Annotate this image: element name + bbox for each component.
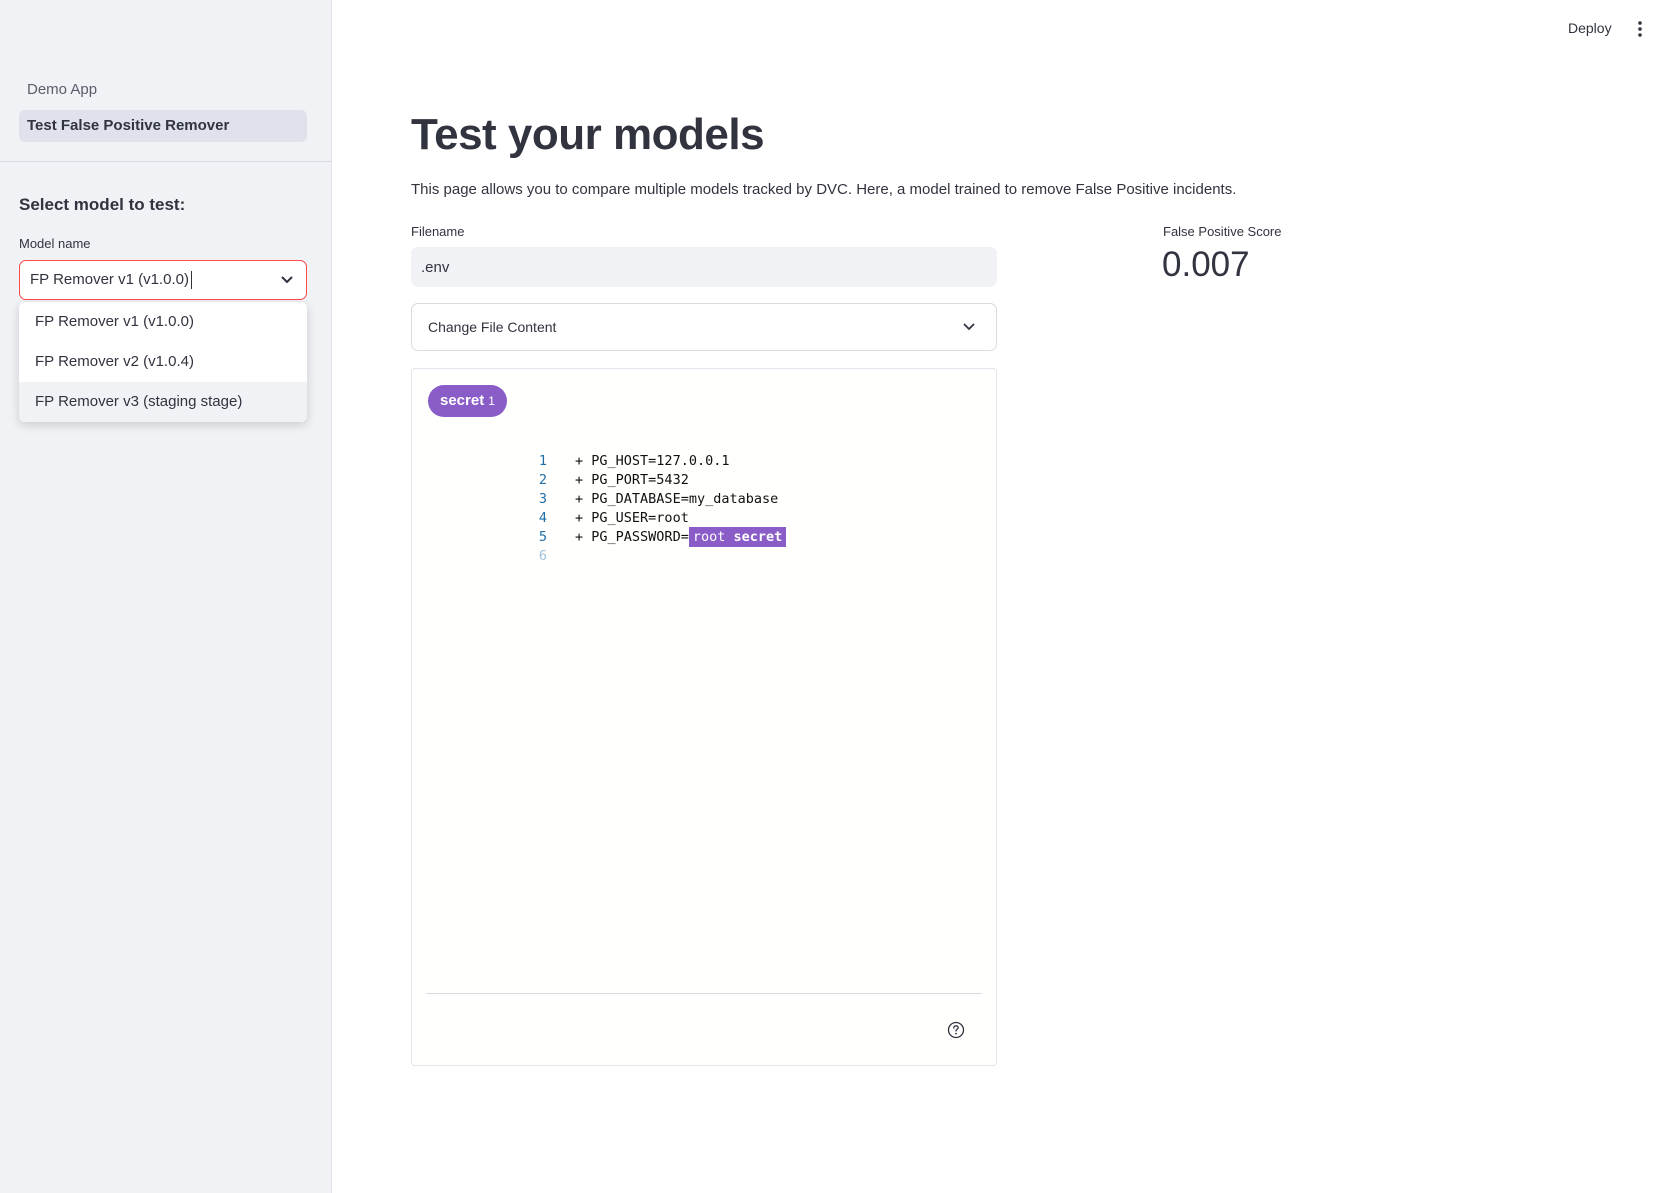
secret-tag: secret xyxy=(733,529,783,545)
secret-badge-label: secret xyxy=(440,392,485,409)
code-lines: 1 + PG_HOST=127.0.0.1 2 + PG_PORT=5432 3 + … xyxy=(452,433,787,564)
line-number: 4 xyxy=(538,510,548,526)
secret-value: root xyxy=(692,529,726,545)
code-line: 1 + PG_HOST=127.0.0.1 xyxy=(452,433,786,469)
code-viewer: secret 1 1 + PG_HOST=127.0.0.1 2 + PG_PORT=… xyxy=(411,368,997,1066)
line-number: 6 xyxy=(538,548,548,564)
filename-input[interactable] xyxy=(411,247,997,287)
secret-badge: secret 1 xyxy=(428,385,507,417)
line-number: 2 xyxy=(538,472,548,488)
line-number: 5 xyxy=(538,529,548,545)
sidebar-divider xyxy=(0,161,332,162)
deploy-button[interactable]: Deploy xyxy=(1560,16,1620,40)
dropdown-option[interactable]: FP Remover v2 (v1.0.4) xyxy=(19,342,307,382)
metric-label: False Positive Score xyxy=(1163,224,1282,239)
expander-label: Change File Content xyxy=(428,319,557,335)
app-root: Demo App Test False Positive Remover Sel… xyxy=(0,0,1670,1193)
code-text: + PG_PORT=5432 xyxy=(575,472,689,488)
text-cursor xyxy=(190,271,192,290)
sidebar-item-test-false-positive-remover[interactable]: Test False Positive Remover xyxy=(19,110,307,142)
filename-label: Filename xyxy=(411,224,465,239)
code-text: + PG_PASSWORD= xyxy=(575,529,689,545)
sidebar: Demo App Test False Positive Remover Sel… xyxy=(0,0,332,1193)
secret-badge-count: 1 xyxy=(488,394,495,408)
model-name-label: Model name xyxy=(19,236,91,251)
model-select-value: FP Remover v1 (v1.0.0) xyxy=(30,271,189,288)
model-select-dropdown: FP Remover v1 (v1.0.0) FP Remover v2 (v1… xyxy=(19,302,307,422)
chevron-down-icon xyxy=(963,323,975,330)
line-number: 3 xyxy=(538,491,548,507)
code-text: + PG_DATABASE=my_database xyxy=(575,491,779,507)
line-number: 1 xyxy=(538,453,548,469)
model-select[interactable]: FP Remover v1 (v1.0.0) xyxy=(19,260,307,300)
more-menu-icon[interactable] xyxy=(1632,19,1648,39)
secret-highlight[interactable]: root secret xyxy=(688,527,787,547)
sidebar-nav: Demo App Test False Positive Remover xyxy=(19,74,307,146)
sidebar-item-demo-app[interactable]: Demo App xyxy=(19,74,307,106)
dropdown-option[interactable]: FP Remover v1 (v1.0.0) xyxy=(19,302,307,342)
code-viewer-divider xyxy=(426,993,982,994)
code-text: + PG_USER=root xyxy=(575,510,689,526)
code-text: + PG_HOST=127.0.0.1 xyxy=(575,453,730,469)
page-description: This page allows you to compare multiple… xyxy=(411,181,1237,198)
sidebar-heading: Select model to test: xyxy=(19,195,186,214)
dropdown-option[interactable]: FP Remover v3 (staging stage) xyxy=(19,382,307,422)
metric-value: 0.007 xyxy=(1162,245,1250,284)
chevron-down-icon[interactable] xyxy=(280,273,294,287)
help-icon[interactable] xyxy=(947,1021,965,1039)
page-title: Test your models xyxy=(411,110,765,159)
change-file-content-expander[interactable]: Change File Content xyxy=(411,303,997,351)
